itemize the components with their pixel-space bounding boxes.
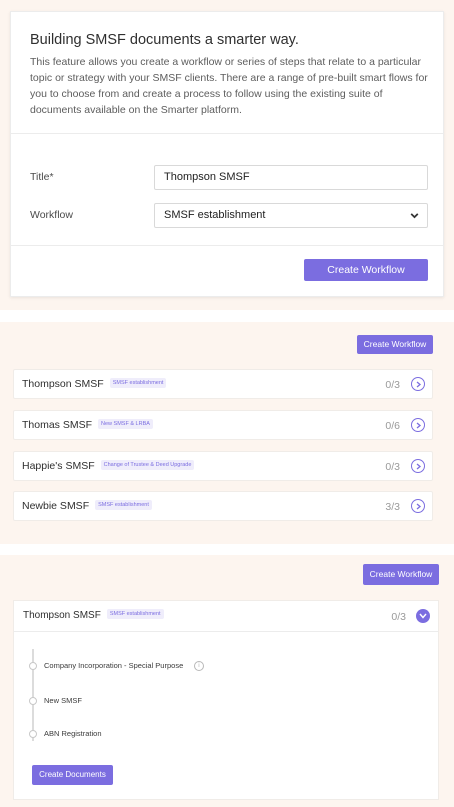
title-input[interactable]: Thompson SMSF	[154, 165, 428, 190]
workflow-progress: 0/3	[385, 379, 400, 391]
workflow-row[interactable]: Thompson SMSF SMSF establishment 0/3	[13, 369, 433, 399]
create-workflow-button[interactable]: Create Workflow	[304, 259, 428, 281]
workflow-row[interactable]: Newbie SMSF SMSF establishment 3/3	[13, 491, 433, 521]
info-icon[interactable]: i	[194, 661, 204, 671]
workflow-name: Thomas SMSF	[22, 419, 93, 431]
divider	[11, 133, 443, 134]
timeline-dot	[29, 730, 37, 738]
workflow-type-badge: SMSF establishment	[109, 378, 167, 389]
workflow-list-panel: Create Workflow Thompson SMSF SMSF establ…	[0, 322, 454, 544]
step-item[interactable]: New SMSF	[44, 696, 82, 705]
workflow-type-badge: Change of Trustee & Deed Upgrade	[100, 460, 195, 471]
workflow-name: Happie's SMSF	[22, 460, 95, 472]
workflow-row[interactable]: Happie's SMSF Change of Trustee & Deed Up…	[13, 451, 433, 481]
workflow-progress: 3/3	[385, 501, 400, 513]
create-workflow-panel: Building SMSF documents a smarter way. T…	[0, 0, 454, 310]
chevron-right-icon[interactable]	[411, 499, 425, 513]
chevron-down-icon[interactable]	[416, 609, 430, 623]
step-item[interactable]: ABN Registration	[44, 729, 102, 738]
intro-title: Building SMSF documents a smarter way.	[30, 32, 299, 48]
workflow-detail-panel: Create Workflow Thompson SMSF SMSF establ…	[0, 555, 454, 807]
title-label: Title*	[30, 171, 54, 183]
intro-description: This feature allows you create a workflo…	[30, 56, 428, 116]
workflow-detail-card: Thompson SMSF SMSF establishment 0/3 Comp…	[13, 600, 439, 800]
step-item[interactable]: Company Incorporation - Special Purpose	[44, 661, 183, 670]
workflow-name: Thompson SMSF	[22, 378, 104, 390]
create-workflow-button[interactable]: Create Workflow	[357, 335, 433, 354]
chevron-down-icon	[410, 213, 419, 219]
workflow-type-badge: SMSF establishment	[106, 609, 164, 620]
timeline-dot	[29, 697, 37, 705]
workflow-progress: 0/6	[385, 420, 400, 432]
workflow-name: Newbie SMSF	[22, 500, 90, 512]
workflow-type-badge: New SMSF & LRBA	[98, 419, 153, 430]
divider	[14, 631, 438, 632]
workflow-select-value: SMSF establishment	[164, 209, 266, 221]
workflow-name: Thompson SMSF	[23, 610, 101, 621]
create-workflow-card: Building SMSF documents a smarter way. T…	[10, 11, 444, 297]
divider	[11, 245, 443, 246]
create-documents-button[interactable]: Create Documents	[32, 765, 113, 785]
create-workflow-button[interactable]: Create Workflow	[363, 564, 439, 585]
workflow-type-badge: SMSF establishment	[95, 500, 152, 511]
chevron-right-icon[interactable]	[411, 418, 425, 432]
workflow-progress: 0/3	[391, 611, 406, 623]
workflow-label: Workflow	[30, 209, 73, 221]
workflow-progress: 0/3	[385, 461, 400, 473]
timeline-dot	[29, 662, 37, 670]
chevron-right-icon[interactable]	[411, 377, 425, 391]
workflow-select[interactable]: SMSF establishment	[154, 203, 428, 228]
chevron-right-icon[interactable]	[411, 459, 425, 473]
workflow-row[interactable]: Thomas SMSF New SMSF & LRBA 0/6	[13, 410, 433, 440]
